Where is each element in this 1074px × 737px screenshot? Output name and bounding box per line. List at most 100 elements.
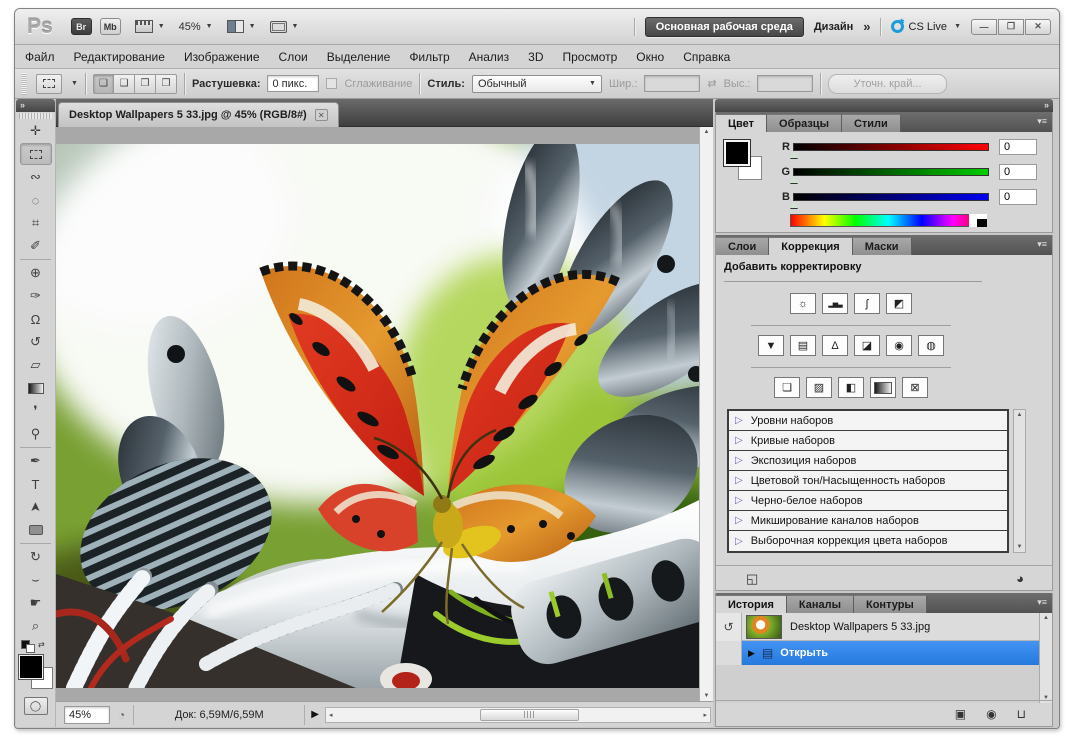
posterize-icon[interactable]: ▨ (806, 377, 832, 398)
tab-styles[interactable]: Стили (842, 114, 901, 132)
slider-marker-icon[interactable] (790, 198, 798, 208)
gradient-tool[interactable] (20, 377, 52, 399)
crop-tool[interactable]: ⌗ (20, 212, 52, 234)
status-zoom-input[interactable]: 45% (64, 706, 110, 724)
history-source-well[interactable] (716, 641, 742, 665)
arrange-documents-button[interactable]: ▼ (227, 20, 256, 33)
horizontal-scrollbar[interactable]: ◂ ▸ (325, 707, 711, 723)
close-icon[interactable]: ✕ (315, 109, 328, 121)
channel-mixer-icon[interactable]: ◍ (918, 335, 944, 356)
path-selection-tool[interactable]: ➤ (20, 496, 52, 518)
close-button[interactable]: ✕ (1025, 19, 1051, 35)
new-snapshot-icon[interactable]: ◉ (986, 707, 996, 721)
photo-filter-icon[interactable]: ◉ (886, 335, 912, 356)
width-input[interactable] (644, 75, 700, 92)
green-value-input[interactable]: 0 (999, 164, 1037, 180)
scroll-up-icon[interactable]: ▲ (1043, 615, 1049, 621)
dodge-tool[interactable]: ⚲ (20, 423, 52, 445)
tools-grip[interactable] (19, 113, 52, 119)
color-ramp[interactable] (790, 214, 987, 227)
move-tool[interactable]: ✛ (20, 120, 52, 142)
scroll-down-icon[interactable]: ▼ (1017, 544, 1023, 550)
menu-view[interactable]: Просмотр (562, 50, 617, 64)
document-tab[interactable]: Desktop Wallpapers 5 33.jpg @ 45% (RGB/8… (58, 102, 339, 127)
menu-select[interactable]: Выделение (327, 50, 391, 64)
foreground-color-swatch[interactable] (19, 655, 43, 679)
brightness-contrast-icon[interactable]: ☼ (790, 293, 816, 314)
status-drive-icon[interactable]: ◔ (118, 708, 125, 722)
workspace-overflow-button[interactable]: » (863, 19, 869, 34)
new-document-from-state-icon[interactable]: ▣ (955, 707, 966, 721)
history-scrollbar[interactable]: ▲ ▼ (1039, 613, 1052, 703)
red-slider[interactable] (793, 143, 989, 151)
clone-stamp-tool[interactable]: Ω (20, 308, 52, 330)
panel-menu-icon[interactable]: ▾≡ (1037, 239, 1047, 250)
threshold-icon[interactable]: ◧ (838, 377, 864, 398)
vertical-scrollbar[interactable]: ▲ ▼ (699, 127, 713, 701)
disclosure-triangle-icon[interactable]: ▷ (735, 515, 743, 526)
green-slider[interactable] (793, 168, 989, 176)
3d-roll-tool[interactable]: ⌣ (20, 569, 52, 591)
menu-layers[interactable]: Слои (279, 50, 308, 64)
workspace-essentials-button[interactable]: Основная рабочая среда (645, 17, 804, 37)
menu-file[interactable]: Файл (25, 50, 55, 64)
tab-color[interactable]: Цвет (716, 114, 767, 132)
panel-menu-icon[interactable]: ▾≡ (1037, 116, 1047, 127)
tab-layers[interactable]: Слои (716, 237, 769, 255)
menu-filter[interactable]: Фильтр (409, 50, 449, 64)
tools-collapse-button[interactable]: » (16, 99, 55, 112)
blue-value-input[interactable]: 0 (999, 189, 1037, 205)
feather-input[interactable]: 0 пикс. (267, 75, 319, 92)
spot-healing-tool[interactable]: ⊕ (20, 262, 52, 284)
list-item[interactable]: ▷Кривые наборов (729, 431, 1007, 451)
eraser-tool[interactable]: ▱ (20, 354, 52, 376)
scroll-up-icon[interactable]: ▲ (704, 129, 710, 135)
horizontal-scroll-thumb[interactable] (480, 709, 580, 721)
brush-tool[interactable]: ✑ (20, 285, 52, 307)
launch-bridge-button[interactable]: Br (71, 18, 92, 35)
intersect-selection-button[interactable]: ❒ (156, 74, 177, 94)
swap-dimensions-icon[interactable]: ⇄ (707, 77, 716, 90)
selective-color-icon[interactable]: ⊠ (902, 377, 928, 398)
tab-masks[interactable]: Маски (853, 237, 912, 255)
invert-icon[interactable]: ❏ (774, 377, 800, 398)
clip-to-layer-icon[interactable]: ◕ (1016, 571, 1024, 586)
blue-slider[interactable] (793, 193, 989, 201)
dock-collapse-button[interactable]: » (715, 99, 1053, 112)
rectangular-marquee-tool[interactable] (20, 143, 52, 165)
default-colors-button[interactable]: ⇄ (21, 640, 51, 653)
swap-colors-icon[interactable]: ⇄ (38, 640, 45, 653)
type-tool[interactable]: T (20, 473, 52, 495)
disclosure-triangle-icon[interactable]: ▷ (735, 435, 743, 446)
restore-button[interactable]: ❐ (998, 19, 1024, 35)
add-selection-button[interactable]: ❑ (114, 74, 135, 94)
disclosure-triangle-icon[interactable]: ▷ (735, 455, 743, 466)
list-item[interactable]: ▷Выборочная коррекция цвета наборов (729, 531, 1007, 551)
disclosure-triangle-icon[interactable]: ▷ (735, 415, 743, 426)
pen-tool[interactable]: ✒ (20, 450, 52, 472)
exposure-icon[interactable]: ◩ (886, 293, 912, 314)
antialias-checkbox[interactable] (326, 78, 337, 89)
menu-edit[interactable]: Редактирование (74, 50, 165, 64)
tab-paths[interactable]: Контуры (854, 595, 927, 613)
launch-minibridge-button[interactable]: Mb (100, 18, 121, 35)
tab-swatches[interactable]: Образцы (767, 114, 842, 132)
history-state-row-selected[interactable]: ▶ ▤ Открыть (716, 641, 1039, 665)
disclosure-triangle-icon[interactable]: ▷ (735, 495, 743, 506)
menu-help[interactable]: Справка (683, 50, 730, 64)
cs-live-button[interactable]: ✱ CS Live ▼ (891, 20, 961, 33)
history-brush-source-icon[interactable]: ↺ (716, 613, 742, 641)
lasso-tool[interactable]: ∾ (20, 166, 52, 188)
expanded-view-icon[interactable]: ◱ (746, 571, 758, 587)
red-value-input[interactable]: 0 (999, 139, 1037, 155)
shape-tool[interactable] (20, 519, 52, 541)
menu-3d[interactable]: 3D (528, 50, 543, 64)
menu-window[interactable]: Окно (636, 50, 664, 64)
color-balance-icon[interactable]: Δ (822, 335, 848, 356)
list-item[interactable]: ▷Экспозиция наборов (729, 451, 1007, 471)
new-selection-button[interactable]: ❏ (93, 74, 114, 94)
vibrance-icon[interactable]: ▼ (758, 335, 784, 356)
height-input[interactable] (757, 75, 813, 92)
view-extras-button[interactable]: ▼ (135, 20, 165, 33)
delete-state-icon[interactable]: ⊔ (1017, 707, 1026, 721)
